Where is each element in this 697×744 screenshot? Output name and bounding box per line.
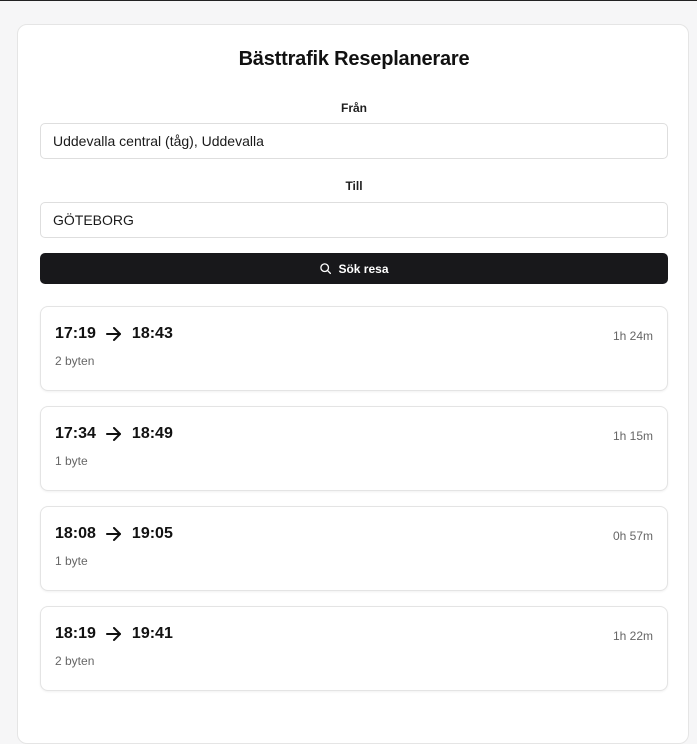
from-input-value: Uddevalla central (tåg), Uddevalla bbox=[53, 133, 264, 149]
departure-time: 17:19 bbox=[55, 325, 96, 342]
trip-result[interactable]: 18:19 19:41 2 byten 1h 22m bbox=[40, 606, 668, 691]
search-button[interactable]: Sök resa bbox=[40, 253, 668, 284]
changes-count: 1 byte bbox=[55, 554, 88, 568]
changes-count: 1 byte bbox=[55, 454, 88, 468]
departure-time: 17:34 bbox=[55, 425, 96, 442]
trip-planner-card: Bästtrafik Reseplanerare Från Uddevalla … bbox=[17, 24, 689, 744]
arrival-time: 19:41 bbox=[131, 625, 173, 642]
arrow-right-icon bbox=[105, 427, 122, 441]
to-label: Till bbox=[345, 179, 363, 193]
arrow-right-icon bbox=[105, 327, 122, 341]
changes-count: 2 byten bbox=[55, 654, 95, 668]
page-title: Bästtrafik Reseplanerare bbox=[238, 48, 470, 70]
arrival-time: 18:49 bbox=[131, 425, 173, 442]
trip-duration: 1h 24m bbox=[612, 329, 653, 343]
arrow-right-icon bbox=[105, 627, 122, 641]
trip-result[interactable]: 17:19 18:43 2 byten 1h 24m bbox=[40, 306, 668, 391]
trip-duration: 1h 15m bbox=[612, 429, 653, 443]
to-input-value: GÖTEBORG bbox=[53, 212, 134, 228]
from-input[interactable]: Uddevalla central (tåg), Uddevalla bbox=[40, 123, 668, 159]
to-input[interactable]: GÖTEBORG bbox=[40, 202, 668, 238]
arrow-right-icon bbox=[105, 527, 122, 541]
departure-time: 18:08 bbox=[55, 525, 96, 542]
trip-result[interactable]: 18:08 19:05 1 byte 0h 57m bbox=[40, 506, 668, 591]
changes-count: 2 byten bbox=[55, 354, 95, 368]
from-label: Från bbox=[340, 101, 367, 115]
search-button-label: Sök resa bbox=[338, 261, 389, 276]
trip-duration: 0h 57m bbox=[612, 529, 653, 543]
trip-result[interactable]: 17:34 18:49 1 byte 1h 15m bbox=[40, 406, 668, 491]
departure-time: 18:19 bbox=[55, 625, 96, 642]
top-border bbox=[0, 0, 697, 1]
trip-duration: 1h 22m bbox=[612, 629, 653, 643]
search-icon bbox=[320, 263, 332, 275]
arrival-time: 19:05 bbox=[131, 525, 173, 542]
arrival-time: 18:43 bbox=[131, 325, 173, 342]
